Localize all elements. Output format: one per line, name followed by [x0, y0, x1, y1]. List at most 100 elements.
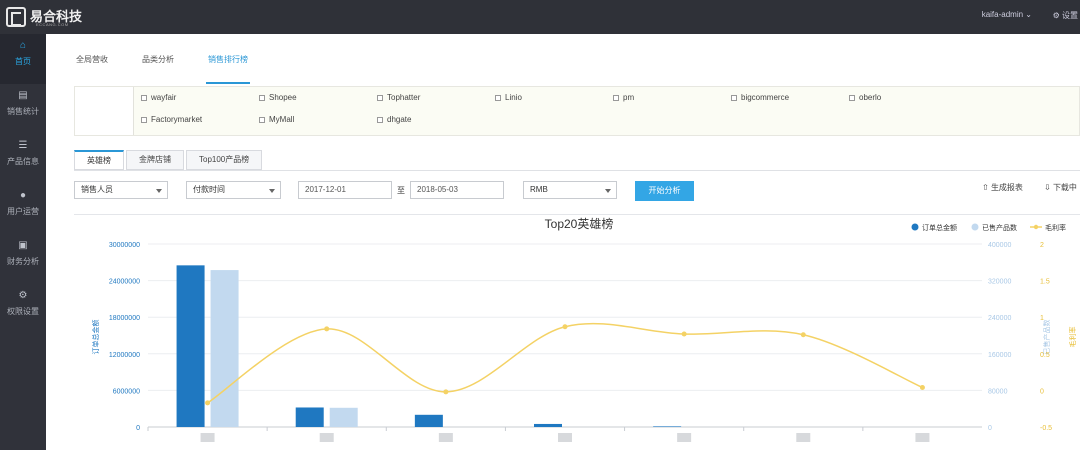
bar-order-total [653, 426, 682, 427]
right1-tick-label: 240000 [988, 315, 1011, 322]
logo[interactable]: 易合科技 ECCANG.COM [6, 6, 82, 28]
download-button[interactable]: ⇩ 下载中 [1044, 182, 1077, 193]
time-type-select[interactable]: 付款时间 [186, 181, 281, 199]
margin-point [919, 384, 925, 390]
platform-filter: wayfair Shopee Tophatter Linio pm bigcom… [74, 86, 1080, 136]
logo-mark-icon [6, 7, 26, 27]
download-label: 下载中 [1052, 183, 1077, 192]
tab-category-analysis[interactable]: 品类分析 [140, 44, 176, 84]
x-category-placeholder [796, 433, 811, 442]
x-category-placeholder [200, 433, 215, 442]
tab-gold-stores[interactable]: 金牌店铺 [126, 150, 184, 170]
platform-label: Tophatter [387, 93, 421, 102]
platform-checkbox-tophatter[interactable]: Tophatter [377, 93, 420, 102]
sidebar-item-label: 用户运营 [7, 207, 39, 216]
user-menu[interactable]: kaifa-admin ⌄ [982, 10, 1032, 19]
checkbox-icon [141, 116, 147, 123]
chevron-down-icon [156, 189, 162, 193]
bar-order-total [414, 414, 443, 427]
username: kaifa-admin [981, 10, 1024, 19]
sidebar-item-user-ops[interactable]: ● 用户运营 [0, 184, 46, 234]
platform-checkbox-bigcommerce[interactable]: bigcommerce [731, 93, 789, 102]
top20-chart: Top20英雄榜 订单总金额 已售产品数 毛利率 订单总金额 已售产品数 毛利率… [91, 216, 1077, 442]
user-icon: ● [19, 190, 27, 201]
platform-checkbox-oberlo[interactable]: oberlo [849, 93, 881, 102]
platform-label: Linio [505, 93, 522, 102]
chart-bars [176, 265, 682, 427]
platform-checkbox-mymall[interactable]: MyMall [259, 115, 294, 124]
platform-checkbox-factorymarket[interactable]: Factorymarket [141, 115, 202, 124]
right1-axis-title: 已售产品数 [1042, 320, 1051, 355]
right1-tick-label: 320000 [988, 279, 1011, 286]
right2-tick-label: 1 [1040, 315, 1044, 322]
money-icon: ▣ [18, 240, 28, 251]
platform-label: Factorymarket [151, 115, 203, 124]
bar-products-sold [210, 270, 239, 427]
left-axis-title: 订单总金额 [91, 320, 100, 355]
legend-marker-sold [971, 223, 979, 231]
checkbox-icon [141, 94, 147, 101]
chart-container: Top20英雄榜 订单总金额 已售产品数 毛利率 订单总金额 已售产品数 毛利率… [74, 214, 1080, 450]
time-type-value: 付款时间 [193, 185, 225, 194]
chart-legend: 订单总金额 已售产品数 毛利率 [911, 223, 1066, 232]
platform-label: dhgate [387, 115, 412, 124]
download-icon: ⇩ [1044, 183, 1051, 192]
platform-checkbox-linio[interactable]: Linio [495, 93, 522, 102]
checkbox-icon [259, 116, 265, 123]
platform-checkbox-dhgate[interactable]: dhgate [377, 115, 411, 124]
x-category-placeholder [319, 433, 334, 442]
platform-label: MyMall [269, 115, 295, 124]
left-tick-label: 12000000 [109, 352, 140, 359]
list-icon: ☰ [18, 140, 28, 151]
checkbox-icon [849, 94, 855, 101]
right1-tick-label: 400000 [988, 242, 1011, 249]
right2-tick-label: 0 [1040, 388, 1044, 395]
tab-overall-revenue[interactable]: 全局营收 [74, 44, 110, 84]
settings-button[interactable]: ⚙ 设置 [1053, 10, 1078, 21]
right1-tick-label: 0 [988, 425, 992, 432]
tab-top100-products[interactable]: Top100产品榜 [186, 150, 263, 170]
left-tick-label: 0 [136, 425, 140, 432]
generate-report-button[interactable]: ⇧ 生成报表 [982, 182, 1023, 193]
checkbox-icon [495, 94, 501, 101]
sidebar: ⌂ 首页 ▤ 销售统计 ☰ 产品信息 ● 用户运营 ▣ 财务分析 ⚙ 权限设置 [0, 34, 46, 450]
salesperson-value: 销售人员 [81, 185, 113, 194]
margin-curve [207, 322, 923, 404]
currency-select[interactable]: RMB [523, 181, 617, 199]
date-to-input[interactable]: 2018-05-03 [410, 181, 504, 199]
bar-order-total [176, 265, 205, 427]
sidebar-item-home[interactable]: ⌂ 首页 [0, 34, 46, 84]
start-analysis-button[interactable]: 开始分析 [635, 181, 694, 201]
sidebar-item-label: 权限设置 [7, 307, 39, 316]
sidebar-item-product-info[interactable]: ☰ 产品信息 [0, 134, 46, 184]
margin-point [205, 400, 211, 406]
left-tick-label: 24000000 [109, 279, 140, 286]
sidebar-item-permissions[interactable]: ⚙ 权限设置 [0, 284, 46, 334]
bar-order-total [534, 423, 562, 427]
sidebar-item-finance[interactable]: ▣ 财务分析 [0, 234, 46, 284]
bar-products-sold [329, 407, 358, 427]
legend-label-margin: 毛利率 [1045, 223, 1066, 232]
chart-margin-line [205, 322, 925, 406]
platform-label: bigcommerce [741, 93, 790, 102]
tab-sales-ranking[interactable]: 销售排行榜 [206, 44, 250, 84]
top-bar: 易合科技 ECCANG.COM kaifa-admin ⌄ ⚙ 设置 [0, 0, 1080, 34]
checkbox-icon [731, 94, 737, 101]
platform-checkbox-wayfair[interactable]: wayfair [141, 93, 176, 102]
sidebar-item-label: 首页 [15, 57, 31, 66]
chevron-down-icon [269, 189, 275, 193]
x-category-placeholder [677, 433, 692, 442]
right1-tick-label: 80000 [988, 388, 1008, 395]
left-tick-label: 18000000 [109, 315, 140, 322]
right2-tick-label: -0.5 [1040, 425, 1052, 432]
platform-checkbox-shopee[interactable]: Shopee [259, 93, 297, 102]
margin-point [800, 332, 806, 338]
salesperson-select[interactable]: 销售人员 [74, 181, 168, 199]
platform-checkbox-pm[interactable]: pm [613, 93, 634, 102]
sidebar-item-sales-stats[interactable]: ▤ 销售统计 [0, 84, 46, 134]
date-from-input[interactable]: 2017-12-01 [298, 181, 392, 199]
margin-point [443, 389, 449, 395]
tab-hero-ranking[interactable]: 英雄榜 [74, 150, 124, 170]
ranking-tabs: 英雄榜 金牌店铺 Top100产品榜 [74, 150, 264, 170]
platform-label: oberlo [859, 93, 882, 102]
